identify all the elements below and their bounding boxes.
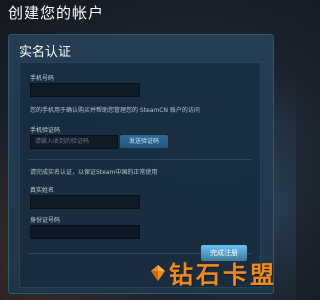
name-label: 真实姓名 xyxy=(30,187,55,194)
diamond-logo-icon xyxy=(151,264,165,281)
phone-input[interactable] xyxy=(30,83,140,97)
send-code-button[interactable]: 发送验证码 xyxy=(120,135,168,148)
realname-note: 请完成实名认证，以保证Steam中国的正常使用 xyxy=(30,169,158,176)
code-label: 手机验证码 xyxy=(30,127,61,134)
watermark: 钻石卡盟 xyxy=(150,255,277,290)
watermark-text: 钻石卡盟 xyxy=(169,260,277,289)
divider xyxy=(28,159,252,160)
name-input[interactable] xyxy=(30,195,140,209)
id-label: 身份证号码 xyxy=(30,217,61,224)
panel-title: 实名认证 xyxy=(19,45,72,60)
id-input[interactable] xyxy=(30,225,140,239)
code-input[interactable] xyxy=(30,135,118,149)
page-title: 创建您的帐户 xyxy=(8,4,105,22)
phone-note: 您的手机用于确认购买并帮助您管理您的 SteamCN 账户的访问 xyxy=(30,107,200,114)
phone-label: 手机号码 xyxy=(30,75,55,82)
